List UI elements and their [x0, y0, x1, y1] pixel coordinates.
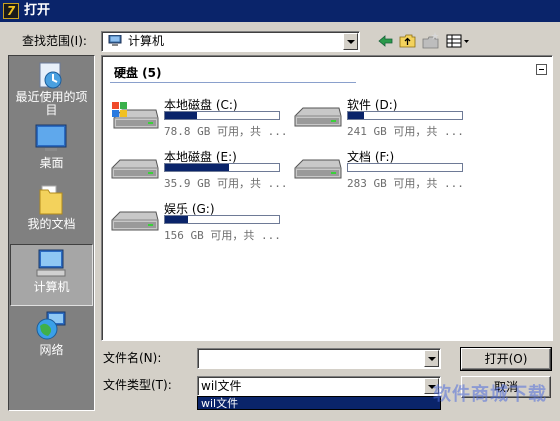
window-title: 打开 — [24, 3, 51, 18]
drive-usage-bar — [347, 163, 463, 172]
drive-item-c[interactable]: 本地磁盘 (C:) 78.8 GB 可用，共 ... — [110, 96, 290, 140]
drive-item-e[interactable]: 本地磁盘 (E:) 35.9 GB 可用，共 ... — [110, 148, 290, 192]
drive-usage-bar — [164, 111, 280, 120]
filetype-option[interactable]: wil文件 — [197, 396, 441, 410]
drive-usage-fill — [165, 216, 188, 223]
network-globe-icon — [36, 311, 66, 340]
lookin-label: 查找范围(I): — [22, 34, 87, 48]
documents-folder-icon — [39, 185, 63, 215]
place-my-documents[interactable]: 我的文档 — [10, 182, 93, 244]
place-desktop[interactable]: 桌面 — [10, 120, 93, 182]
drive-free-space: 78.8 GB 可用，共 ... — [164, 125, 288, 138]
new-folder-icon[interactable] — [421, 31, 441, 51]
hard-drive-icon — [111, 211, 159, 231]
filetype-value: wil文件 — [201, 379, 242, 393]
drive-free-space: 35.9 GB 可用，共 ... — [164, 177, 288, 190]
collapse-group-button[interactable] — [536, 64, 547, 75]
drive-free-space: 156 GB 可用，共 ... — [164, 229, 281, 242]
title-bar: 7 打开 — [0, 0, 560, 22]
drive-free-space: 283 GB 可用，共 ... — [347, 177, 464, 190]
place-network[interactable]: 网络 — [10, 308, 93, 370]
app-logo-icon: 7 — [3, 3, 19, 19]
group-divider — [110, 82, 356, 83]
desktop-icon — [35, 124, 67, 151]
drive-usage-bar — [164, 215, 280, 224]
drive-free-space: 241 GB 可用，共 ... — [347, 125, 464, 138]
place-label: 桌面 — [39, 156, 64, 170]
computer-icon — [36, 249, 66, 277]
up-folder-icon[interactable] — [398, 31, 418, 51]
drive-usage-bar — [347, 111, 463, 120]
back-arrow-icon[interactable] — [376, 31, 396, 51]
place-label: 我的文档 — [27, 217, 76, 231]
filename-label: 文件名(N): — [103, 351, 162, 365]
place-computer[interactable]: 计算机 — [10, 244, 93, 306]
lookin-value: 计算机 — [128, 34, 165, 48]
drive-usage-fill — [348, 112, 364, 119]
filetype-select[interactable]: wil文件 — [197, 376, 441, 396]
place-label: 最近使用的项目 — [15, 90, 88, 117]
lookin-dropdown-button[interactable] — [343, 33, 358, 50]
file-list[interactable]: 硬盘 (5) 本地磁盘 (C:) 78.8 GB 可用，共 ... 软件 (D:… — [101, 55, 553, 341]
watermark-text: 软件商城下载 — [433, 384, 547, 405]
lookin-combo[interactable]: 计算机 — [101, 31, 360, 52]
windows-system-drive-icon — [112, 102, 159, 129]
open-button[interactable]: 打开(O) — [460, 347, 552, 371]
drive-item-f[interactable]: 文档 (F:) 283 GB 可用，共 ... — [293, 148, 473, 192]
filename-dropdown-button[interactable] — [424, 350, 439, 367]
place-label: 计算机 — [33, 280, 70, 294]
drive-usage-bar — [164, 163, 280, 172]
view-menu-icon[interactable] — [445, 31, 471, 51]
places-bar: 最近使用的项目 桌面 我的文档 计算机 网络 — [8, 55, 95, 411]
group-header-hard-drives: 硬盘 (5) — [114, 66, 162, 80]
place-label: 网络 — [39, 343, 64, 357]
hard-drive-icon — [294, 107, 342, 127]
filename-input[interactable] — [197, 348, 441, 369]
drive-item-d[interactable]: 软件 (D:) 241 GB 可用，共 ... — [293, 96, 473, 140]
place-recent-items[interactable]: 最近使用的项目 — [10, 59, 93, 121]
computer-small-icon — [108, 35, 122, 46]
drive-usage-fill — [165, 112, 197, 119]
filetype-label: 文件类型(T): — [103, 378, 172, 392]
recent-items-icon — [39, 62, 62, 89]
drive-usage-fill — [165, 164, 229, 171]
hard-drive-icon — [111, 159, 159, 179]
hard-drive-icon — [294, 159, 342, 179]
drive-item-g[interactable]: 娱乐 (G:) 156 GB 可用，共 ... — [110, 200, 290, 244]
